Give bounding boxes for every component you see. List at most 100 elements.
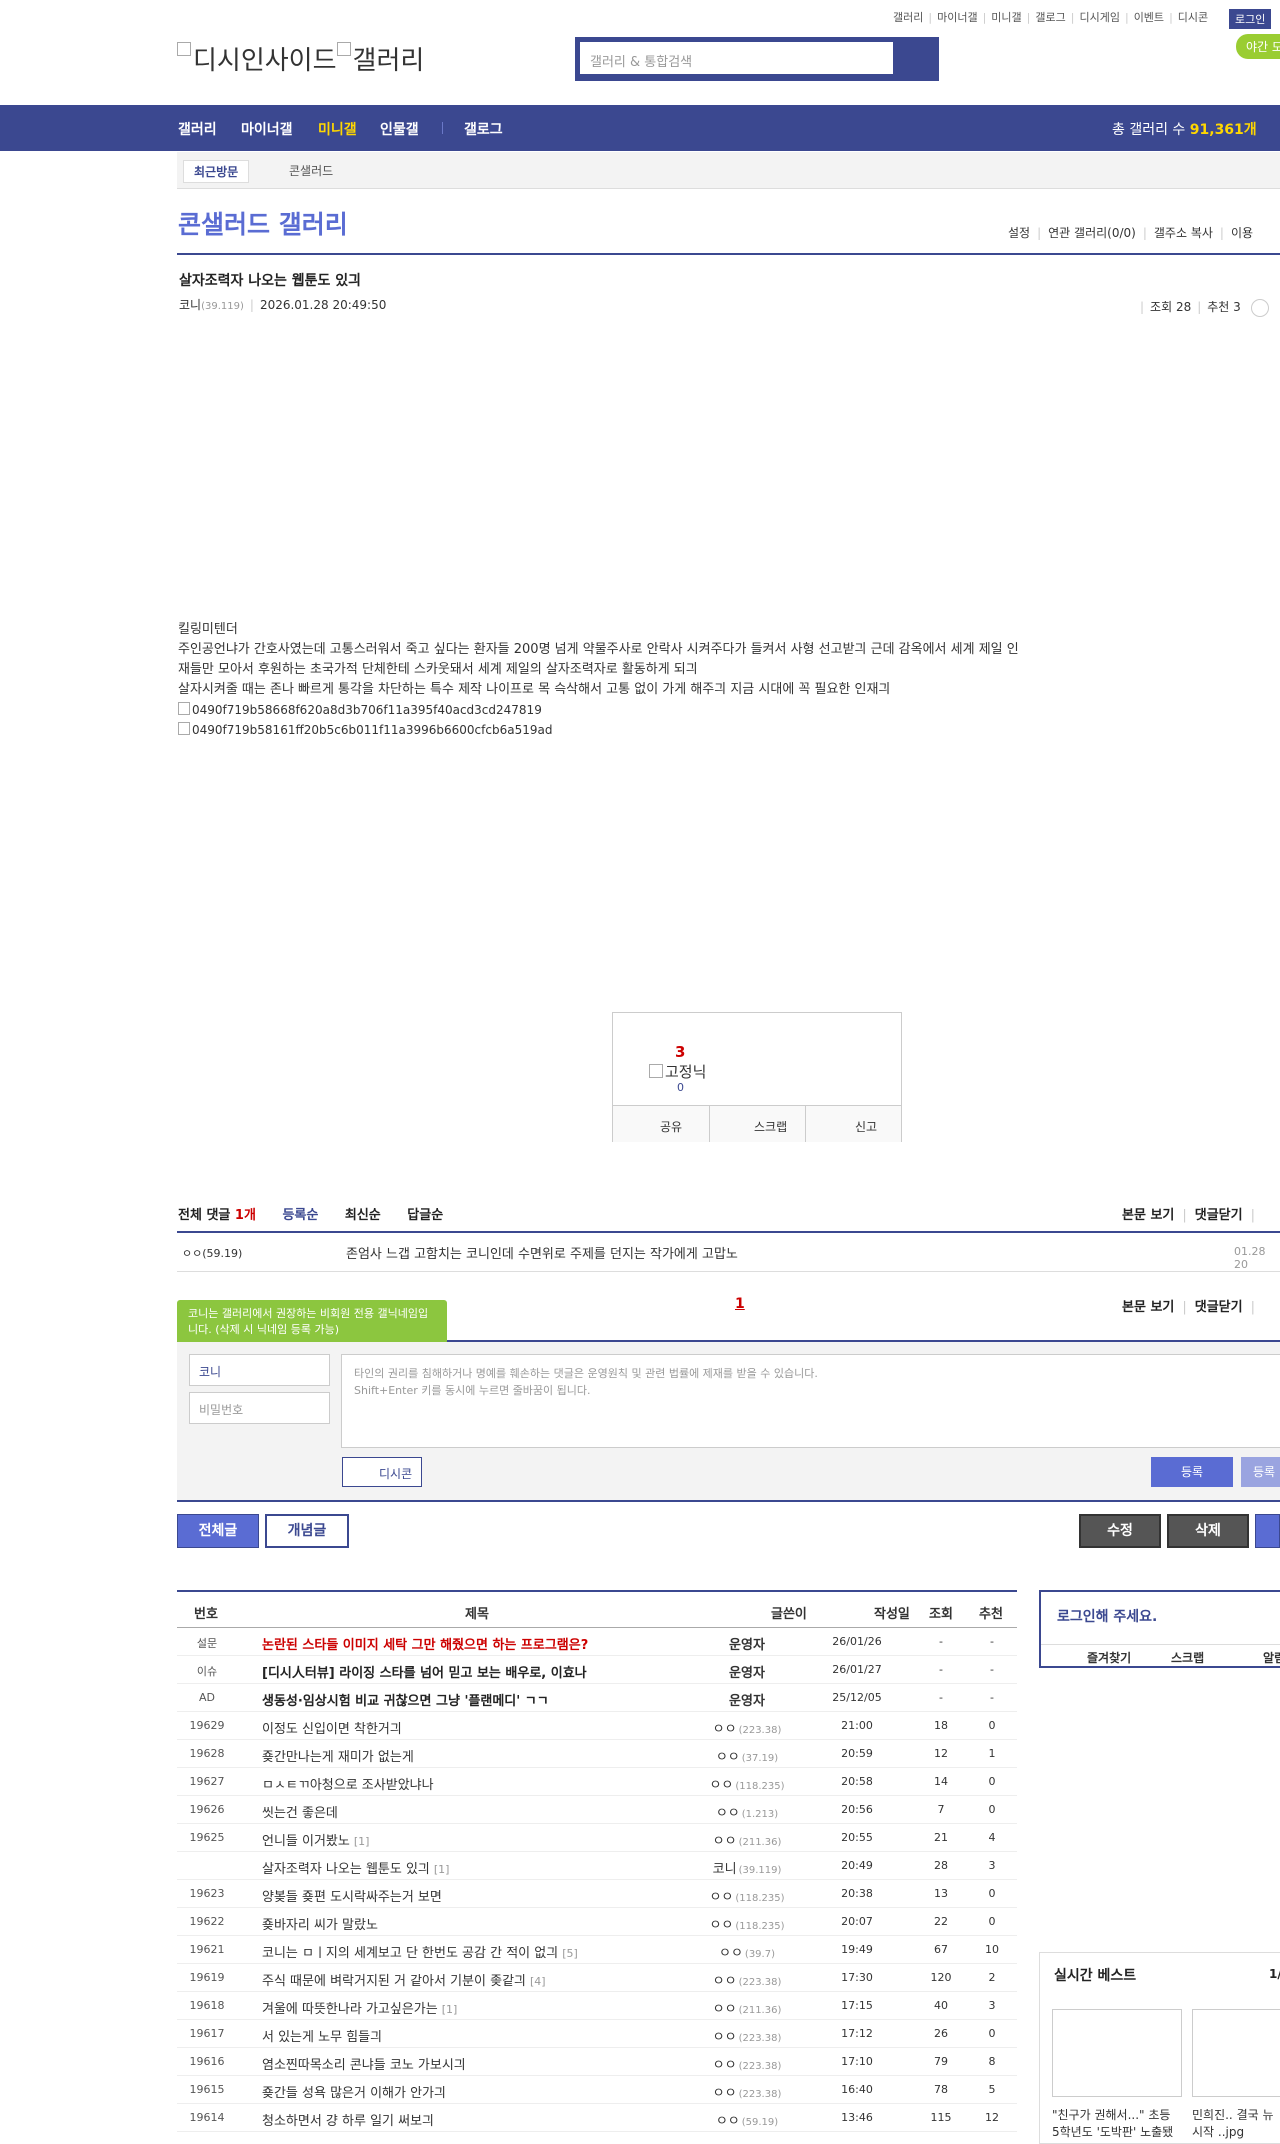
post-title-link[interactable]: 서 있는게 노무 힘들긔 [262, 2026, 382, 2045]
close-comments-button[interactable]: 댓글닫기 [1195, 1208, 1243, 1223]
submit-comment-button[interactable]: 등록 [1151, 1457, 1233, 1487]
scrap-link[interactable]: 스크랩 [1171, 1649, 1204, 1666]
close-comments-button[interactable]: 댓글닫기 [1195, 1300, 1243, 1315]
post-title-link[interactable]: 죶간들 성욕 많은거 이해가 안가긔 [262, 2082, 446, 2101]
table-row[interactable]: AD 생동성·임상시험 비교 귀찮으면 그냥 '플랜메디' ㄱㄱ 운영자 25/12/… [177, 1684, 1017, 1712]
table-row[interactable]: 19623 양봊들 죶편 도시락싸주는거 보면 ㅇㅇ (118.235) 20:38 13… [177, 1880, 1017, 1908]
post-title-link[interactable]: 이정도 신입이면 착한거긔 [262, 1718, 402, 1737]
table-row[interactable]: 19619 주식 때문에 벼락거지된 거 같아서 기분이 좆같긔 [4] ㅇㅇ (223… [177, 1964, 1017, 1992]
recent-visit-label[interactable]: 최근방문 [183, 160, 250, 183]
best-thumbnail[interactable] [1192, 2009, 1280, 2097]
topnav-minor[interactable]: 마이너갤 [937, 11, 977, 24]
post-title-link[interactable]: 죶바자리 씨가 말랐노 [262, 1914, 378, 1933]
post-writer[interactable]: ㅇㅇ (211.36) [687, 1830, 807, 1849]
login-prompt[interactable]: 로그인해 주세요. [1057, 1606, 1157, 1626]
post-writer[interactable]: ㅇㅇ (118.235) [687, 1886, 807, 1905]
post-writer[interactable]: ㅇㅇ (223.38) [687, 2082, 807, 2101]
post-title-link[interactable]: 코니는 ㅁㅣ지의 세계보고 단 한번도 공감 간 적이 없긔 [5] [262, 1942, 578, 1961]
sort-registered[interactable]: 등록순 [282, 1208, 318, 1223]
table-row[interactable]: 19621 코니는 ㅁㅣ지의 세계보고 단 한번도 공감 간 적이 없긔 [5] ㅇㅇ… [177, 1936, 1017, 1964]
post-writer[interactable]: 운영자 [687, 1690, 807, 1709]
post-writer[interactable]: ㅇㅇ (39.7) [687, 1942, 807, 1961]
report-button[interactable]: 신고 [855, 1118, 877, 1135]
table-row[interactable]: 설문 논란된 스타들 이미지 세탁 그만 해줬으면 하는 프로그램은? 운영자 26/… [177, 1628, 1017, 1656]
post-title-link[interactable]: 죶간만나는게 재미가 없는게 [262, 1746, 414, 1765]
topnav-event[interactable]: 이벤트 [1134, 11, 1164, 24]
post-author[interactable]: 코니 [179, 298, 201, 312]
post-image[interactable]: 0490f719b58161ff20b5c6b011f11a3996b6600c… [178, 720, 1098, 740]
alarm-link[interactable]: 알림 [1263, 1649, 1280, 1666]
table-row[interactable]: 이슈 [디시人터뷰] 라이징 스타를 넘어 믿고 보는 배우로, 이효나 운영자 26… [177, 1656, 1017, 1684]
comment-count-badge[interactable]: [4] [530, 1975, 546, 1988]
gallery-title[interactable]: 콘샐러드 갤러리 [178, 205, 348, 241]
concept-posts-button[interactable]: 개념글 [265, 1514, 349, 1548]
more-icon[interactable] [1250, 298, 1269, 317]
table-row[interactable]: 19614 청소하면서 걍 하루 일기 써보긔 ㅇㅇ (59.19) 13:46 115 1… [177, 2104, 1017, 2132]
dccon-button[interactable]: 디시콘 [342, 1457, 422, 1487]
comment-count-badge[interactable]: [5] [562, 1947, 578, 1960]
post-writer[interactable]: ㅇㅇ (118.235) [687, 1914, 807, 1933]
post-title-link[interactable]: 양봊들 죶편 도시락싸주는거 보면 [262, 1886, 442, 1905]
favorites-link[interactable]: 즐겨찾기 [1087, 1649, 1131, 1666]
sort-reply[interactable]: 답글순 [407, 1208, 443, 1223]
post-writer[interactable]: ㅇㅇ (223.38) [687, 2054, 807, 2073]
view-body-button[interactable]: 본문 보기 [1122, 1208, 1174, 1223]
recent-visit-item[interactable]: 콘샐러드 [289, 162, 333, 179]
comment-count-badge[interactable]: [1] [434, 1863, 450, 1876]
post-writer[interactable]: ㅇㅇ (223.38) [687, 1718, 807, 1737]
post-title-link[interactable]: ㅁㅅㅌㄲ아청으로 조사받았냐나 [262, 1774, 434, 1793]
post-title-link[interactable]: 주식 때문에 벼락거지된 거 같아서 기분이 좆같긔 [4] [262, 1970, 546, 1989]
best-caption[interactable]: 민희진.. 결국 뉴 시작 ..jpg [1192, 2107, 1280, 2141]
table-row[interactable]: 19622 죶바자리 씨가 말랐노 ㅇㅇ (118.235) 20:07 22 0 [177, 1908, 1017, 1936]
gallery-settings-link[interactable]: 설정 [1008, 226, 1030, 240]
search-button[interactable] [895, 42, 935, 76]
all-posts-button[interactable]: 전체글 [177, 1514, 259, 1548]
comment-textarea[interactable]: 타인의 권리를 침해하거나 명예를 훼손하는 댓글은 운영원칙 및 관련 법률에… [341, 1354, 1280, 1448]
topnav-dccon[interactable]: 디시콘 [1178, 11, 1208, 24]
nav-mini[interactable]: 미니갤 [318, 119, 357, 139]
password-field[interactable]: 비밀번호 [189, 1392, 330, 1424]
table-row[interactable]: 19618 겨울에 따뜻한나라 가고싶은가는 [1] ㅇㅇ (211.36) 17:15 4… [177, 1992, 1017, 2020]
usage-link[interactable]: 이용 [1231, 226, 1253, 240]
post-title-link[interactable]: 언니들 이거봤노 [1] [262, 1830, 369, 1849]
topnav-gallery[interactable]: 갤러리 [893, 11, 923, 24]
submit-comment-secondary-button[interactable]: 등록 [1241, 1457, 1280, 1487]
share-button[interactable]: 공유 [660, 1118, 682, 1135]
comment-nick[interactable]: ㅇㅇ(59.19) [182, 1245, 242, 1261]
post-writer[interactable]: ㅇㅇ (118.235) [687, 1774, 807, 1793]
topnav-gallog[interactable]: 갤로그 [1035, 11, 1065, 24]
view-body-button[interactable]: 본문 보기 [1122, 1300, 1174, 1315]
table-row[interactable]: 살자조력자 나오는 웹툰도 있긔 [1] 코니 (39.119) 20:49 28 3 [177, 1852, 1017, 1880]
write-button[interactable] [1255, 1514, 1280, 1548]
nav-minor[interactable]: 마이너갤 [241, 119, 293, 139]
post-title-link[interactable]: 살자조력자 나오는 웹툰도 있긔 [1] [262, 1858, 449, 1877]
post-writer[interactable]: ㅇㅇ (1.213) [687, 1802, 807, 1821]
copy-address-link[interactable]: 갤주소 복사 [1154, 226, 1213, 240]
topnav-mini[interactable]: 미니갤 [991, 11, 1021, 24]
post-title-link[interactable]: [디시人터뷰] 라이징 스타를 넘어 믿고 보는 배우로, 이효나 [262, 1662, 587, 1681]
post-title-link[interactable]: 씻는건 좋은데 [262, 1802, 338, 1821]
post-writer[interactable]: ㅇㅇ (37.19) [687, 1746, 807, 1765]
fixed-nick-recommend[interactable]: 고정닉 [649, 1061, 706, 1082]
post-writer[interactable]: 코니 (39.119) [687, 1858, 807, 1877]
table-row[interactable]: 19627 ㅁㅅㅌㄲ아청으로 조사받았냐나 ㅇㅇ (118.235) 20:58 14 0 [177, 1768, 1017, 1796]
post-writer[interactable]: 운영자 [687, 1662, 807, 1681]
post-title-link[interactable]: 겨울에 따뜻한나라 가고싶은가는 [1] [262, 1998, 457, 2017]
nav-gallery[interactable]: 갤러리 [178, 119, 217, 139]
login-button[interactable]: 로그인 [1229, 9, 1272, 29]
post-writer[interactable]: ㅇㅇ (211.36) [687, 1998, 807, 2017]
edit-button[interactable]: 수정 [1079, 1514, 1161, 1548]
search-input[interactable]: 갤러리 & 통합검색 [580, 42, 893, 74]
best-thumbnail[interactable] [1052, 2009, 1182, 2097]
post-title-link[interactable]: 논란된 스타들 이미지 세탁 그만 해줬으면 하는 프로그램은? [262, 1634, 588, 1653]
post-writer[interactable]: 운영자 [687, 1634, 807, 1653]
sort-latest[interactable]: 최신순 [345, 1208, 381, 1223]
scrap-button[interactable]: 스크랩 [754, 1118, 787, 1135]
nickname-field[interactable]: 코니 [189, 1354, 330, 1386]
post-title-link[interactable]: 청소하면서 걍 하루 일기 써보긔 [262, 2110, 434, 2129]
table-row[interactable]: 19617 서 있는게 노무 힘들긔 ㅇㅇ (223.38) 17:12 26 0 [177, 2020, 1017, 2048]
site-logo[interactable]: 디시인사이드 갤러리 [177, 40, 424, 77]
night-mode-button[interactable]: 야간 모 [1236, 34, 1280, 59]
table-row[interactable]: 19629 이정도 신입이면 착한거긔 ㅇㅇ (223.38) 21:00 18 0 [177, 1712, 1017, 1740]
best-caption[interactable]: "친구가 권해서..." 초등 5학년도 '도박판' 노출됐 [1052, 2107, 1184, 2141]
